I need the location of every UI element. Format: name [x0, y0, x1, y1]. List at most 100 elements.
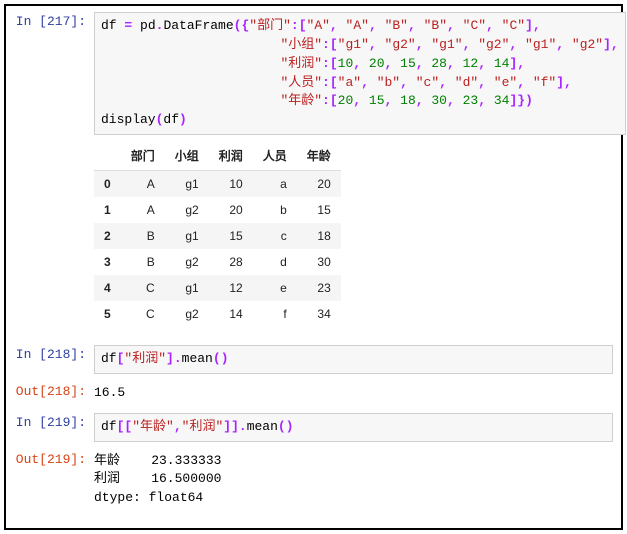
code-token-text [361, 56, 369, 71]
code-input[interactable]: df["利润"].mean() [94, 345, 613, 374]
code-token-string: "利润" [124, 351, 166, 366]
code-token-string: "B" [424, 18, 447, 33]
table-cell: C [121, 275, 165, 301]
table-cell: c [253, 223, 297, 249]
table-cell: B [121, 223, 165, 249]
code-token-number: 10 [338, 56, 354, 71]
table-cell: 28 [209, 249, 253, 275]
table-cell: b [253, 197, 297, 223]
code-token-number: 30 [431, 93, 447, 108]
code-token-text [101, 37, 280, 52]
code-token-operator: : [291, 18, 299, 33]
code-token-string: "B" [385, 18, 408, 33]
table-index-corner [94, 141, 121, 171]
code-token-operator: , [517, 75, 525, 90]
code-token-operator: , [369, 18, 377, 33]
code-token-string: "a" [338, 75, 361, 90]
code-token-number: 20 [338, 93, 354, 108]
code-token-text [101, 75, 280, 90]
table-cell: 10 [209, 171, 253, 198]
code-token-text [392, 56, 400, 71]
code-token-string: "年龄" [132, 419, 174, 434]
code-token-operator: ] [603, 37, 611, 52]
table-column-header: 部门 [121, 141, 165, 171]
notebook-cells: In [217]:df = pd.DataFrame({"部门":["A", "… [14, 12, 613, 510]
code-token-operator: } [517, 93, 525, 108]
code-token-operator: , [564, 75, 572, 90]
code-token-string: "g2" [385, 37, 416, 52]
table-row-index: 5 [94, 301, 121, 327]
code-input[interactable]: df[["年龄","利润"]].mean() [94, 413, 613, 442]
code-token-text [377, 18, 385, 33]
code-token-string: "人员" [280, 75, 322, 90]
input-prompt: In [219]: [14, 413, 94, 430]
code-token-operator: : [322, 93, 330, 108]
code-token-text [564, 37, 572, 52]
table-row-index: 3 [94, 249, 121, 275]
table-cell: 30 [297, 249, 341, 275]
code-token-operator: . [174, 351, 182, 366]
code-token-text [338, 18, 346, 33]
code-token-number: 15 [400, 56, 416, 71]
code-token-text [447, 75, 455, 90]
dataframe-table: 部门小组利润人员年龄0Ag110a201Ag220b152Bg115c183Bg… [94, 141, 341, 327]
code-token-operator: : [322, 75, 330, 90]
table-cell: 20 [209, 197, 253, 223]
code-token-number: 20 [369, 56, 385, 71]
code-token-string: "c" [416, 75, 439, 90]
code-token-operator: : [322, 56, 330, 71]
code-token-operator: ( [278, 419, 286, 434]
code-token-text: df [163, 112, 179, 127]
table-cell: 15 [297, 197, 341, 223]
table-row: 5Cg214f34 [94, 301, 341, 327]
table-cell: 12 [209, 275, 253, 301]
code-token-string: "利润" [182, 419, 224, 434]
code-token-number: 12 [463, 56, 479, 71]
table-cell: C [121, 301, 165, 327]
code-token-operator: [ [330, 37, 338, 52]
table-cell: g1 [165, 275, 209, 301]
table-column-header: 小组 [165, 141, 209, 171]
code-token-operator: ) [221, 351, 229, 366]
table-cell: 15 [209, 223, 253, 249]
code-token-text [486, 75, 494, 90]
code-token-operator: , [478, 75, 486, 90]
code-token-operator: , [556, 37, 564, 52]
table-row-index: 0 [94, 171, 121, 198]
code-token-text [101, 93, 280, 108]
table-row: 3Bg228d30 [94, 249, 341, 275]
code-token-text [517, 37, 525, 52]
code-token-operator: : [322, 37, 330, 52]
output-area: 16.5 [94, 382, 613, 405]
output-cell: Out[219]:年龄 23.333333 利润 16.500000 dtype… [14, 450, 613, 511]
notebook-frame: In [217]:df = pd.DataFrame({"部门":["A", "… [4, 4, 623, 530]
code-token-operator: , [416, 93, 424, 108]
code-token-string: "g2" [572, 37, 603, 52]
table-cell: A [121, 171, 165, 198]
table-cell: a [253, 171, 297, 198]
code-token-operator: ( [213, 351, 221, 366]
code-token-operator: ) [525, 93, 533, 108]
table-row: 4Cg112e23 [94, 275, 341, 301]
code-input[interactable]: df = pd.DataFrame({"部门":["A", "A", "B", … [94, 12, 626, 135]
code-token-string: "部门" [249, 18, 291, 33]
code-token-operator: [ [330, 93, 338, 108]
code-token-operator: , [611, 37, 619, 52]
code-token-operator: , [447, 18, 455, 33]
table-cell: e [253, 275, 297, 301]
code-token-text: df [101, 419, 117, 434]
table-row: 0Ag110a20 [94, 171, 341, 198]
code-token-operator: , [517, 56, 525, 71]
code-token-operator: ] [525, 18, 533, 33]
table-cell: g2 [165, 197, 209, 223]
code-token-operator: , [353, 93, 361, 108]
code-token-operator: , [439, 75, 447, 90]
code-token-operator: ] [231, 419, 239, 434]
input-area: df[["年龄","利润"]].mean() [94, 413, 613, 442]
code-token-operator: ] [556, 75, 564, 90]
code-token-operator: , [408, 18, 416, 33]
table-row-index: 2 [94, 223, 121, 249]
table-cell: g1 [165, 223, 209, 249]
code-token-operator: , [447, 93, 455, 108]
output-prompt: Out[218]: [14, 382, 94, 399]
